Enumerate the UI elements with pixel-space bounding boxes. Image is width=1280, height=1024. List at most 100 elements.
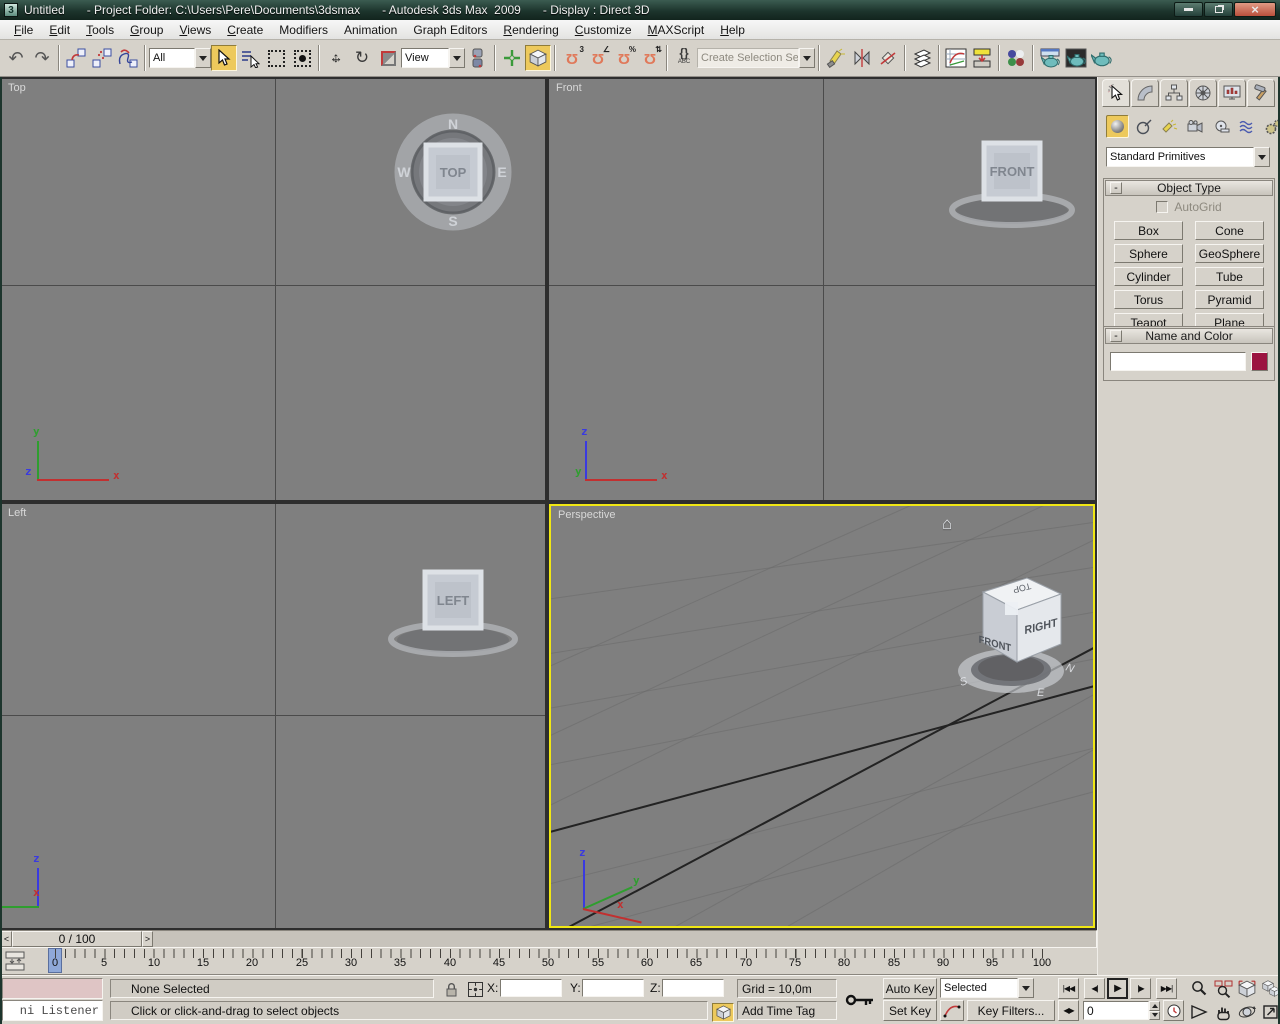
menu-help[interactable]: Help [712, 21, 753, 39]
layer-manager-icon[interactable] [909, 45, 935, 71]
menu-graph-editors[interactable]: Graph Editors [405, 21, 495, 39]
sphere-button[interactable]: Sphere [1114, 244, 1183, 263]
key-filters-button[interactable]: Key Filters... [967, 1000, 1055, 1021]
time-slider-next-arrow[interactable]: > [142, 931, 153, 947]
selection-filter-combo[interactable]: All [149, 48, 211, 68]
object-type-rollout-header[interactable]: - Object Type [1105, 180, 1273, 196]
unlink-selection-icon[interactable] [89, 45, 115, 71]
angle-snap-icon[interactable]: Ω ∠ [585, 45, 611, 71]
viewport-perspective-label[interactable]: Perspective [558, 509, 615, 521]
align-icon[interactable] [849, 45, 875, 71]
snap-3d-icon[interactable]: Ω3 [559, 45, 585, 71]
edit-named-selection-sets-icon[interactable]: {} ABC [671, 45, 697, 71]
go-to-end-button[interactable]: ▶▶| [1156, 978, 1177, 999]
select-and-move-icon[interactable]: ↔ ↕ [323, 45, 349, 71]
select-by-name-icon[interactable] [237, 45, 263, 71]
cylinder-button[interactable]: Cylinder [1114, 267, 1183, 286]
render-production-icon[interactable] [1089, 45, 1115, 71]
viewport-top[interactable]: Top TOP N E S W y x z [1, 79, 545, 500]
undo-icon[interactable]: ↶ [3, 45, 29, 71]
x-coord-input[interactable] [500, 979, 562, 997]
go-to-start-button[interactable]: |◀◀ [1058, 978, 1079, 999]
viewcube-perspective[interactable]: S E N TOP FRONT RIGHT [949, 558, 1081, 700]
menu-animation[interactable]: Animation [336, 21, 405, 39]
auto-key-button[interactable]: Auto Key [883, 978, 937, 999]
autogrid-checkbox[interactable] [1156, 201, 1169, 213]
rollout-collapse-icon[interactable]: - [1110, 182, 1122, 194]
box-button[interactable]: Box [1114, 221, 1183, 240]
viewport-left[interactable]: Left LEFT z x [1, 504, 545, 928]
select-and-link-icon[interactable] [63, 45, 89, 71]
named-selection-sets-arrow[interactable] [799, 48, 815, 68]
bind-to-space-warp-icon[interactable] [115, 45, 141, 71]
render-setup-icon[interactable] [1037, 45, 1063, 71]
reference-coordinate-combo[interactable]: View [401, 48, 465, 68]
minimize-button[interactable] [1174, 2, 1203, 17]
zoom-icon[interactable] [1188, 978, 1210, 1000]
subtab-cameras[interactable] [1184, 115, 1207, 138]
frame-spinner[interactable] [1149, 1001, 1160, 1020]
menu-edit[interactable]: Edit [41, 21, 78, 39]
default-tangent-icon[interactable] [940, 1000, 964, 1021]
restore-button[interactable] [1204, 2, 1233, 17]
redo-icon[interactable]: ↷ [29, 45, 55, 71]
tab-utilities[interactable] [1247, 79, 1275, 107]
z-coord-input[interactable] [662, 979, 724, 997]
subtab-lights[interactable] [1158, 115, 1181, 138]
set-key-button[interactable]: Set Key [883, 1000, 937, 1021]
viewcube-home-icon[interactable]: ⌂ [942, 514, 952, 534]
viewcube-top[interactable]: TOP N E S W [394, 113, 512, 231]
tab-hierarchy[interactable] [1160, 79, 1188, 107]
viewcube-left[interactable]: LEFT [386, 564, 520, 658]
selection-lock-icon[interactable] [440, 978, 462, 1000]
subtab-shapes[interactable] [1132, 115, 1155, 138]
y-coord-input[interactable] [582, 979, 644, 997]
geosphere-button[interactable]: GeoSphere [1195, 244, 1264, 263]
menu-views[interactable]: Views [171, 21, 219, 39]
zoom-all-icon[interactable] [1212, 978, 1234, 1000]
app-icon[interactable]: 3 [4, 3, 18, 17]
current-frame-input[interactable]: 0 [1083, 1001, 1149, 1020]
cone-button[interactable]: Cone [1195, 221, 1264, 240]
key-selection-combo[interactable]: Selected [940, 978, 1034, 998]
maxscript-listener-pink-field[interactable] [2, 978, 103, 999]
selection-filter-arrow[interactable] [195, 48, 211, 68]
tab-modify[interactable] [1131, 79, 1159, 107]
time-slider-prev-arrow[interactable]: < [1, 931, 12, 947]
tab-motion[interactable] [1189, 79, 1217, 107]
adaptive-degradation-icon[interactable] [712, 1003, 734, 1022]
track-bar[interactable]: 0 5 10 15 20 25 30 35 40 45 50 55 60 65 … [0, 948, 1097, 975]
maximize-viewport-toggle-icon[interactable] [1260, 1001, 1280, 1023]
torus-button[interactable]: Torus [1114, 290, 1183, 309]
menu-file[interactable]: File [6, 21, 41, 39]
field-of-view-icon[interactable] [1188, 1001, 1210, 1023]
object-name-input[interactable] [1110, 352, 1246, 371]
absolute-mode-typein-icon[interactable] [464, 978, 486, 1000]
key-mode-toggle[interactable]: ◀▶ [1058, 1000, 1079, 1021]
menu-tools[interactable]: Tools [78, 21, 122, 39]
viewport-front[interactable]: Front FRONT z x y [549, 79, 1095, 500]
previous-frame-button[interactable]: ◀| [1084, 978, 1105, 999]
spinner-snap-icon[interactable]: Ω ⇅ [637, 45, 663, 71]
material-editor-icon[interactable] [1003, 45, 1029, 71]
subtab-space-warps[interactable] [1236, 115, 1259, 138]
snaps-toggle-icon[interactable] [525, 45, 551, 71]
menu-maxscript[interactable]: MAXScript [640, 21, 713, 39]
time-configuration-button[interactable] [1163, 1000, 1184, 1021]
pan-hand-icon[interactable] [1212, 1001, 1234, 1023]
percent-snap-icon[interactable]: Ω% [611, 45, 637, 71]
use-pivot-center-icon[interactable] [465, 45, 491, 71]
schematic-view-icon[interactable] [969, 45, 995, 71]
tube-button[interactable]: Tube [1195, 267, 1264, 286]
key-selection-arrow[interactable] [1018, 978, 1034, 998]
rendered-frame-window-icon[interactable] [1063, 45, 1089, 71]
zoom-extents-all-icon[interactable] [1260, 978, 1280, 1000]
category-dropdown[interactable]: Standard Primitives [1106, 147, 1270, 167]
select-object-button[interactable] [211, 45, 237, 71]
time-slider-track[interactable]: < 0 / 100 > [0, 930, 1097, 948]
zoom-extents-icon[interactable] [1236, 978, 1258, 1000]
subtab-helpers[interactable] [1210, 115, 1233, 138]
set-keys-button[interactable] [843, 978, 877, 1022]
reference-coordinate-arrow[interactable] [449, 48, 465, 68]
menu-customize[interactable]: Customize [567, 21, 640, 39]
